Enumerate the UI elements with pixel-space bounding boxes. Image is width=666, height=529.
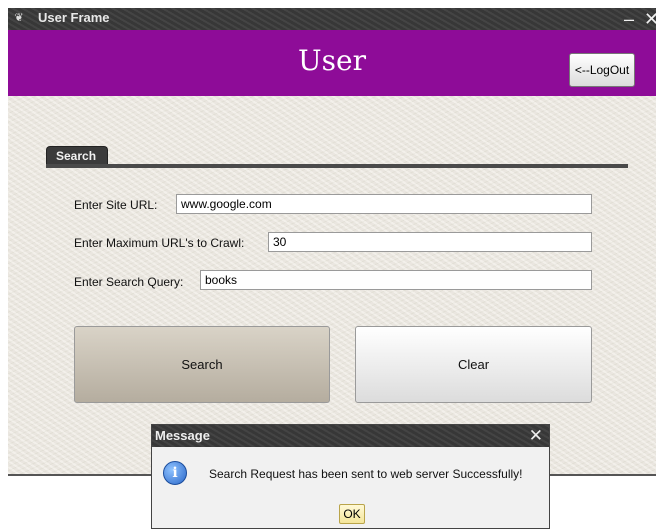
close-button[interactable]: ✕ bbox=[644, 8, 656, 30]
dialog-message: Search Request has been sent to web serv… bbox=[209, 467, 523, 481]
ok-button[interactable]: OK bbox=[339, 504, 365, 524]
tab-search[interactable]: Search bbox=[46, 146, 108, 164]
dialog-titlebar: Message ✕ bbox=[152, 425, 549, 447]
minimize-button[interactable]: – bbox=[624, 8, 634, 30]
header-banner: User <--LogOut bbox=[8, 30, 656, 96]
dialog-close-button[interactable]: ✕ bbox=[529, 425, 543, 447]
user-frame-window: ❦ User Frame – ✕ User <--LogOut Search E… bbox=[8, 8, 656, 476]
max-urls-label: Enter Maximum URL's to Crawl: bbox=[74, 236, 245, 250]
site-url-input[interactable]: www.google.com bbox=[176, 194, 592, 214]
info-icon: i bbox=[163, 461, 187, 485]
window-title: User Frame bbox=[38, 10, 110, 25]
tab-divider bbox=[46, 164, 628, 168]
search-query-input[interactable]: books bbox=[200, 270, 592, 290]
max-urls-input[interactable]: 30 bbox=[268, 232, 592, 252]
message-dialog: Message ✕ i Search Request has been sent… bbox=[151, 424, 550, 529]
search-button[interactable]: Search bbox=[74, 326, 330, 403]
logout-button[interactable]: <--LogOut bbox=[569, 53, 635, 87]
page-title: User bbox=[298, 44, 366, 77]
dialog-title: Message bbox=[155, 428, 210, 443]
site-url-label: Enter Site URL: bbox=[74, 198, 158, 212]
search-query-label: Enter Search Query: bbox=[74, 275, 184, 289]
clear-button[interactable]: Clear bbox=[355, 326, 592, 403]
window-titlebar: ❦ User Frame – ✕ bbox=[8, 8, 656, 30]
app-icon: ❦ bbox=[14, 12, 24, 24]
